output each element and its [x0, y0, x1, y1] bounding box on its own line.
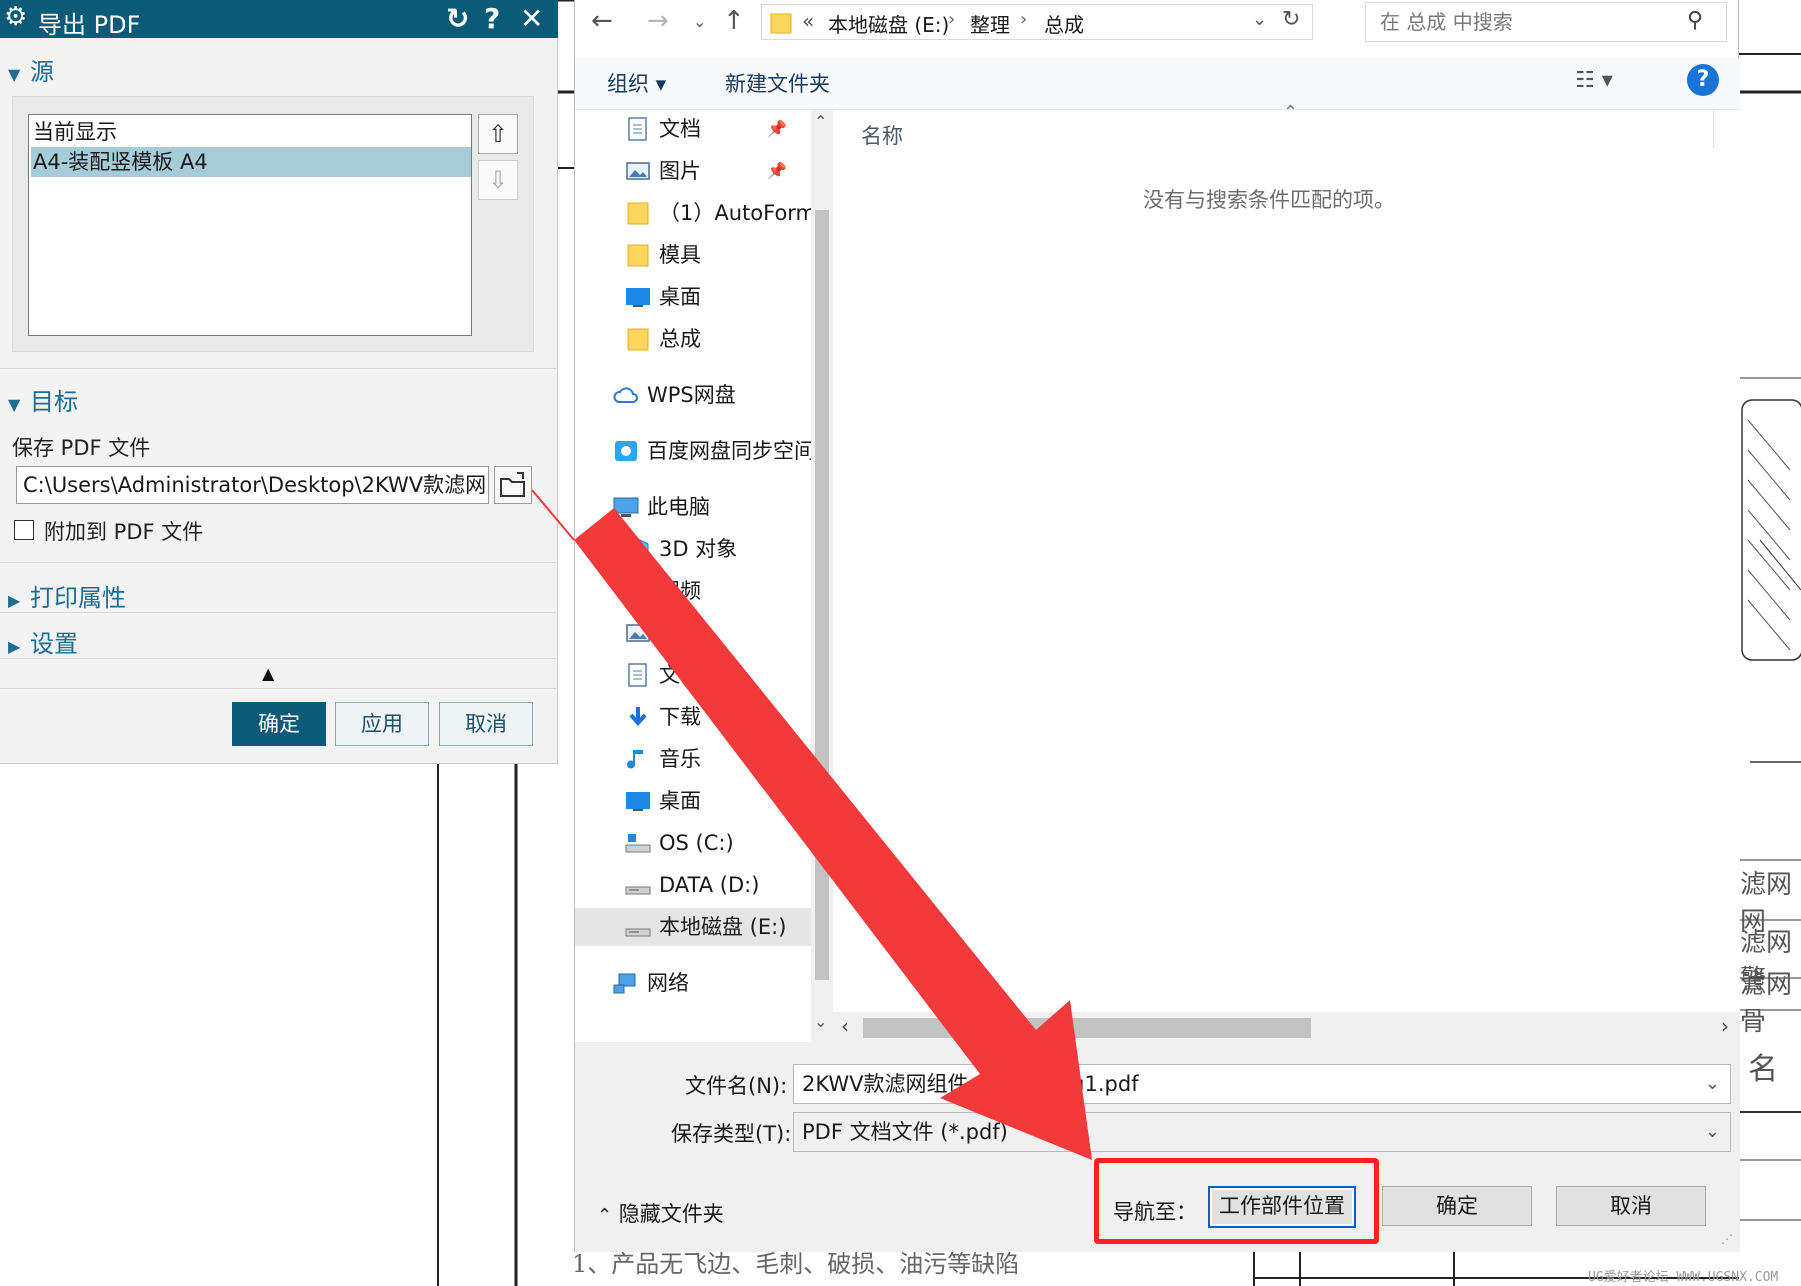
watermark: UG爱好者论坛 WWW.UGSNX.COM	[1588, 1270, 1779, 1285]
annotation-arrow	[531, 489, 1092, 1160]
